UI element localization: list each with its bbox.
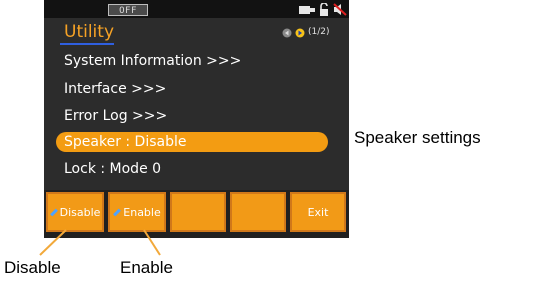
leader-line-enable <box>143 229 161 256</box>
annotation-speaker-settings: Speaker settings <box>354 128 481 147</box>
annotation-enable: Enable <box>120 258 173 277</box>
annotation-disable: Disable <box>4 258 61 277</box>
leader-line-disable <box>39 229 67 256</box>
